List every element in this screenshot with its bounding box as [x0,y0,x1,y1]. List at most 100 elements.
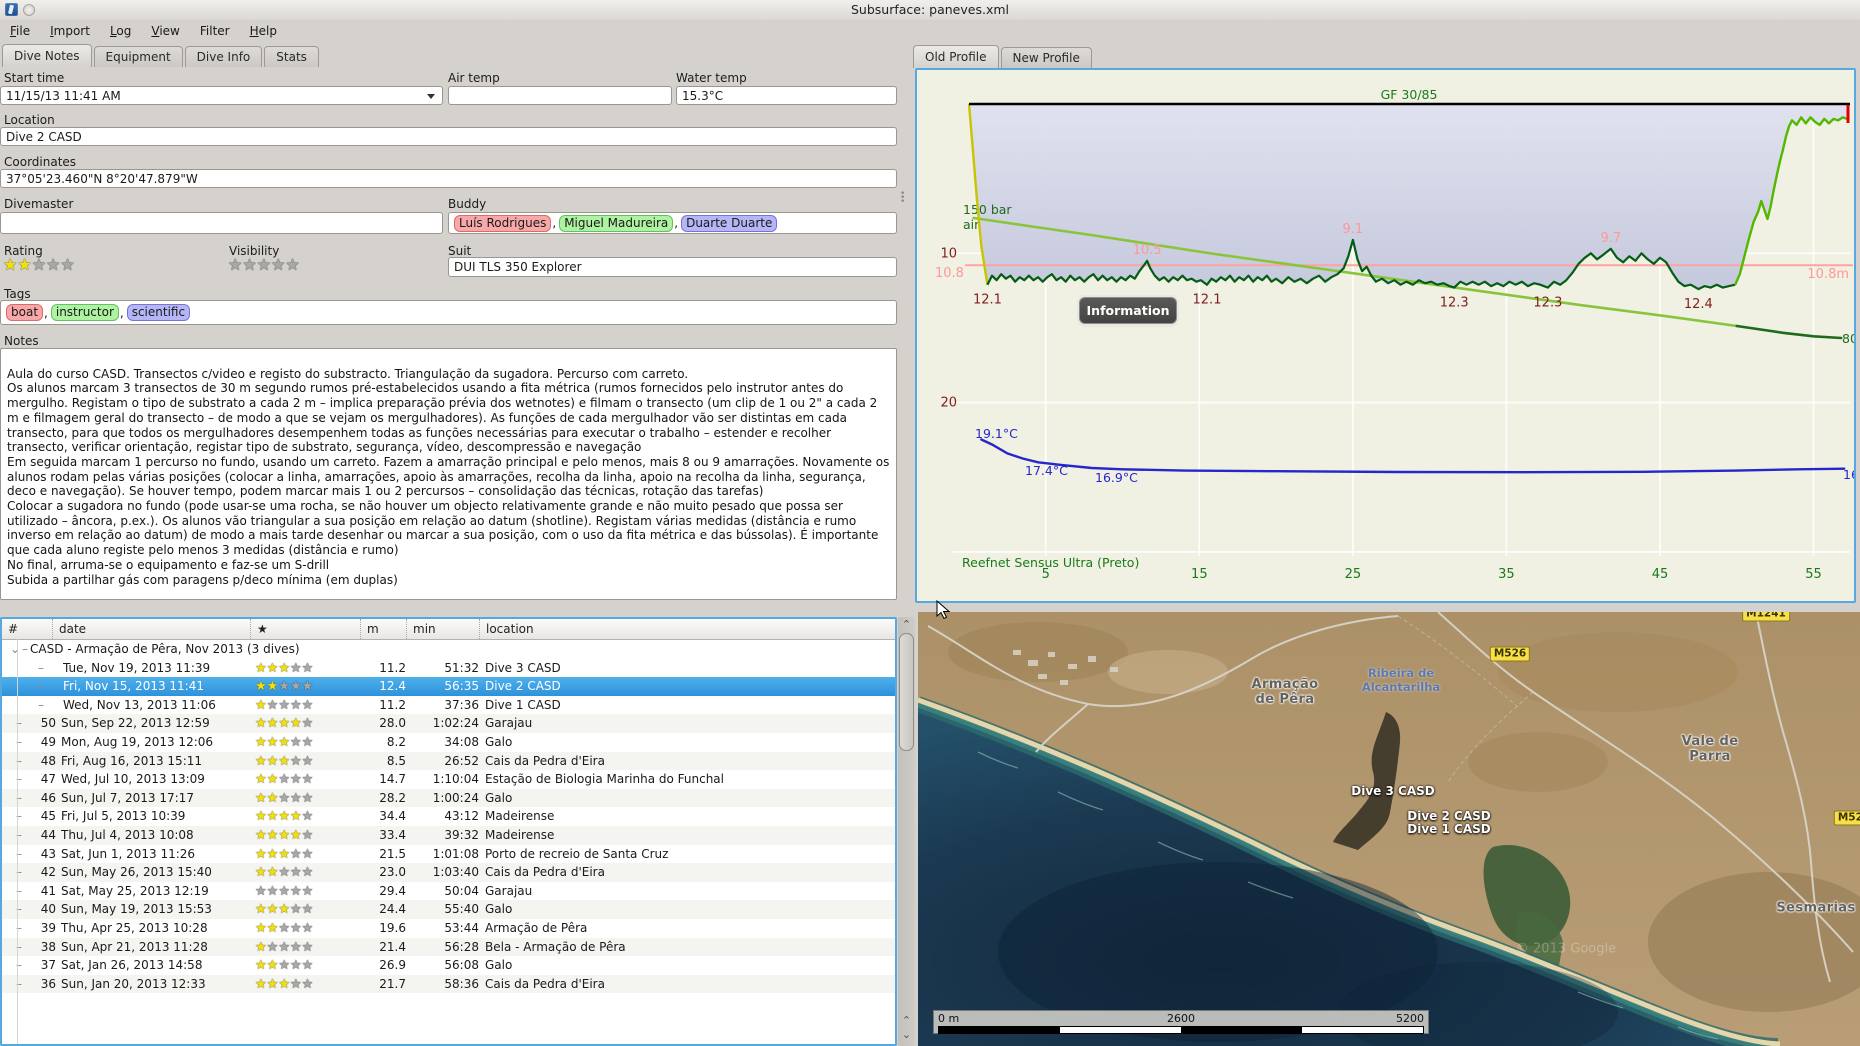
scroll-down-icon[interactable]: ⌄ [901,1029,912,1040]
dive-list-row[interactable]: – 45 Fri, Jul 5, 2013 10:39 ★★★★★ 34.4 4… [2,807,895,826]
start-time-combobox[interactable]: 11/15/13 11:41 AM [0,86,443,105]
star-icon[interactable]: ★ [60,255,74,274]
menu-filter[interactable]: Filter [190,20,240,44]
star-icon[interactable]: ★ [255,661,267,676]
dive-site-map[interactable]: Armação de Pêra Ribeira de Alcantarilha Va… [918,612,1860,1046]
star-icon[interactable]: ★ [267,698,279,713]
star-icon[interactable]: ★ [285,255,299,274]
star-icon[interactable]: ★ [255,679,267,694]
menu-import[interactable]: Import [40,20,100,44]
star-icon[interactable]: ★ [278,828,290,843]
star-icon[interactable]: ★ [267,716,279,731]
star-icon[interactable]: ★ [255,772,267,787]
star-icon[interactable]: ★ [302,940,314,955]
star-icon[interactable]: ★ [17,255,31,274]
star-icon[interactable]: ★ [302,791,314,806]
star-icon[interactable]: ★ [278,977,290,992]
star-icon[interactable]: ★ [267,921,279,936]
star-icon[interactable]: ★ [255,958,267,973]
dive-list-row[interactable]: – 44 Thu, Jul 4, 2013 10:08 ★★★★★ 33.4 3… [2,825,895,845]
dive-profile-chart[interactable]: 10.8 10.8m 150 barair 80 19.1°C 17.4°C 16.9°C 1… [915,68,1856,603]
buddy-chip[interactable]: Duarte Duarte [681,214,778,232]
star-icon[interactable]: ★ [267,884,279,899]
star-icon[interactable]: ★ [302,958,314,973]
window-titlebar[interactable]: Subsurface: paneves.xml [0,0,1860,21]
star-icon[interactable]: ★ [255,698,267,713]
dive-list-row[interactable]: – 38 Sun, Apr 21, 2013 11:28 ★★★★★ 21.4 … [2,937,895,957]
collapse-icon[interactable]: ⌄ [10,640,20,659]
column-header-#[interactable]: # [2,619,52,639]
star-icon[interactable]: ★ [257,255,271,274]
star-icon[interactable]: ★ [278,865,290,880]
star-icon[interactable]: ★ [302,902,314,917]
star-icon[interactable]: ★ [278,809,290,824]
water-temp-input[interactable]: 15.3°C [676,86,897,105]
tag-chip[interactable]: boat [6,304,44,321]
dive-list-row[interactable]: – 48 Fri, Aug 16, 2013 15:11 ★★★★★ 8.5 2… [2,751,895,771]
divemaster-input[interactable] [0,212,443,234]
dive-list-row[interactable]: – 49 Mon, Aug 19, 2013 12:06 ★★★★★ 8.2 3… [2,733,895,752]
buddy-input[interactable]: Luís Rodrigues, Miguel Madureira, Duarte D… [448,212,897,234]
star-icon[interactable]: ★ [255,791,267,806]
star-icon[interactable]: ★ [290,977,302,992]
star-icon[interactable]: ★ [278,661,290,676]
star-icon[interactable]: ★ [267,828,279,843]
column-header-min[interactable]: min [406,619,479,639]
star-icon[interactable]: ★ [290,958,302,973]
star-icon[interactable]: ★ [271,255,285,274]
star-icon[interactable]: ★ [267,847,279,862]
tab-equipment[interactable]: Equipment [93,46,183,67]
tab-dive-info[interactable]: Dive Info [184,46,263,67]
star-icon[interactable]: ★ [290,921,302,936]
star-icon[interactable]: ★ [278,716,290,731]
dive-list-row[interactable]: – 36 Sun, Jan 20, 2013 12:33 ★★★★★ 21.7 … [2,974,895,994]
star-icon[interactable]: ★ [46,255,60,274]
tag-chip[interactable]: scientific [126,304,191,321]
air-temp-input[interactable] [448,86,672,105]
star-icon[interactable]: ★ [290,847,302,862]
tags-input[interactable]: boat, instructor, scientific [0,300,897,325]
star-icon[interactable]: ★ [255,940,267,955]
star-icon[interactable]: ★ [290,679,302,694]
buddy-chip[interactable]: Luís Rodrigues [454,214,552,232]
star-icon[interactable]: ★ [278,902,290,917]
tab-old-profile[interactable]: Old Profile [913,45,999,68]
dive-list-row[interactable]: – 46 Sun, Jul 7, 2013 17:17 ★★★★★ 28.2 1… [2,788,895,808]
star-icon[interactable]: ★ [267,977,279,992]
star-icon[interactable]: ★ [278,884,290,899]
star-icon[interactable]: ★ [267,809,279,824]
dive-list-row[interactable]: – 39 Thu, Apr 25, 2013 10:28 ★★★★★ 19.6 … [2,919,895,938]
star-icon[interactable]: ★ [302,772,314,787]
star-icon[interactable]: ★ [278,791,290,806]
star-icon[interactable]: ★ [290,865,302,880]
star-icon[interactable]: ★ [302,661,314,676]
suit-input[interactable]: DUI TLS 350 Explorer [448,257,897,277]
vertical-splitter-handle[interactable]: • • • [900,190,905,207]
dive-list-scrollbar[interactable]: ⌃ ⌃ ⌄ [898,617,915,1046]
star-icon[interactable]: ★ [228,255,242,274]
star-icon[interactable]: ★ [302,828,314,843]
dive-list-header[interactable]: # date ★ m min location [2,619,895,640]
dive-list-row[interactable]: – 37 Sat, Jan 26, 2013 14:58 ★★★★★ 26.9 … [2,956,895,975]
star-icon[interactable]: ★ [267,902,279,917]
star-icon[interactable]: ★ [278,698,290,713]
star-icon[interactable]: ★ [255,809,267,824]
coordinates-input[interactable]: 37°05'23.460"N 8°20'47.879"W [0,169,897,188]
rating-stars[interactable]: ★★★★★ [3,257,75,273]
information-button[interactable]: Information [1079,297,1177,324]
star-icon[interactable]: ★ [242,255,256,274]
star-icon[interactable]: ★ [278,921,290,936]
scroll-up-icon[interactable]: ⌃ [901,619,912,630]
star-icon[interactable]: ★ [278,679,290,694]
column-header-★[interactable]: ★ [250,619,360,639]
dive-list-row[interactable]: – 47 Wed, Jul 10, 2013 13:09 ★★★★★ 14.7 … [2,770,895,789]
star-icon[interactable]: ★ [255,847,267,862]
tab-stats[interactable]: Stats [264,46,319,67]
star-icon[interactable]: ★ [302,977,314,992]
star-icon[interactable]: ★ [267,679,279,694]
column-header-location[interactable]: location [479,619,895,639]
star-icon[interactable]: ★ [290,735,302,750]
star-icon[interactable]: ★ [302,809,314,824]
dive-list-row[interactable]: – 42 Sun, May 26, 2013 15:40 ★★★★★ 23.0 … [2,863,895,882]
star-icon[interactable]: ★ [267,958,279,973]
